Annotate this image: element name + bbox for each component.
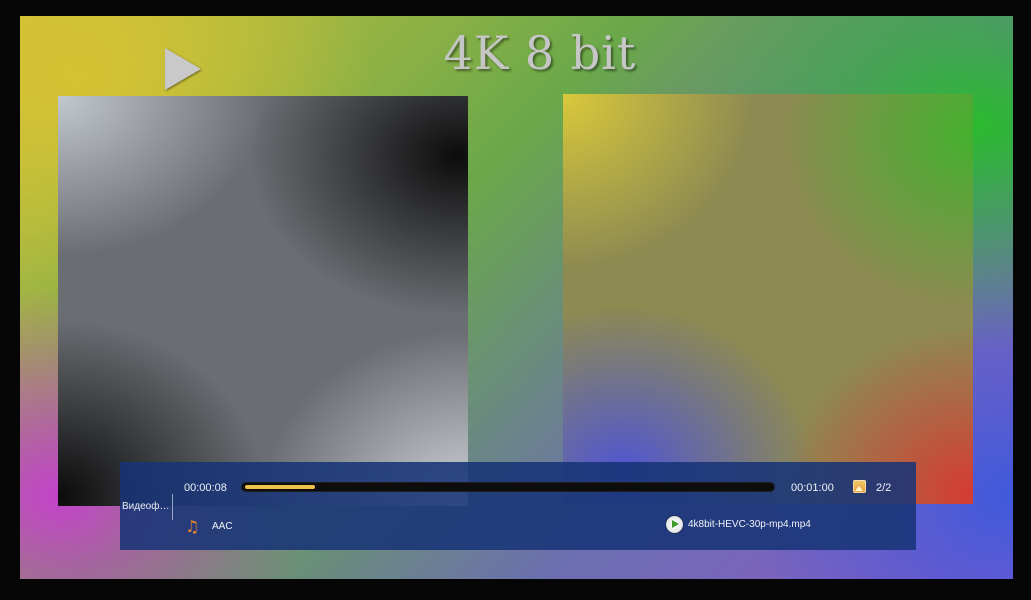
progress-bar[interactable] [241,482,775,492]
music-note-icon: ♫ [185,517,200,536]
side-tab-video-files[interactable]: Видеоф… [120,494,173,520]
tv-screen: 4K 8 bit Видеоф… 00:00:08 00:01:00 2/2 ♫… [0,0,1031,600]
progress-fill [245,485,315,489]
play-triangle-icon [165,48,201,90]
file-name: 4k8bit-HEVC-30p-mp4.mp4 [688,519,811,530]
total-time: 00:01:00 [791,482,834,494]
picture-icon [853,480,866,493]
play-circle-icon [666,516,683,533]
grayscale-gradient-panel [58,96,468,506]
video-title: 4K 8 bit [443,26,637,80]
playlist-counter: 2/2 [876,482,892,494]
color-gradient-panel [563,94,973,504]
player-control-bar: Видеоф… 00:00:08 00:01:00 2/2 ♫ AAC 4k8b… [120,462,916,550]
audio-codec: AAC [212,521,233,532]
current-time: 00:00:08 [184,482,227,494]
